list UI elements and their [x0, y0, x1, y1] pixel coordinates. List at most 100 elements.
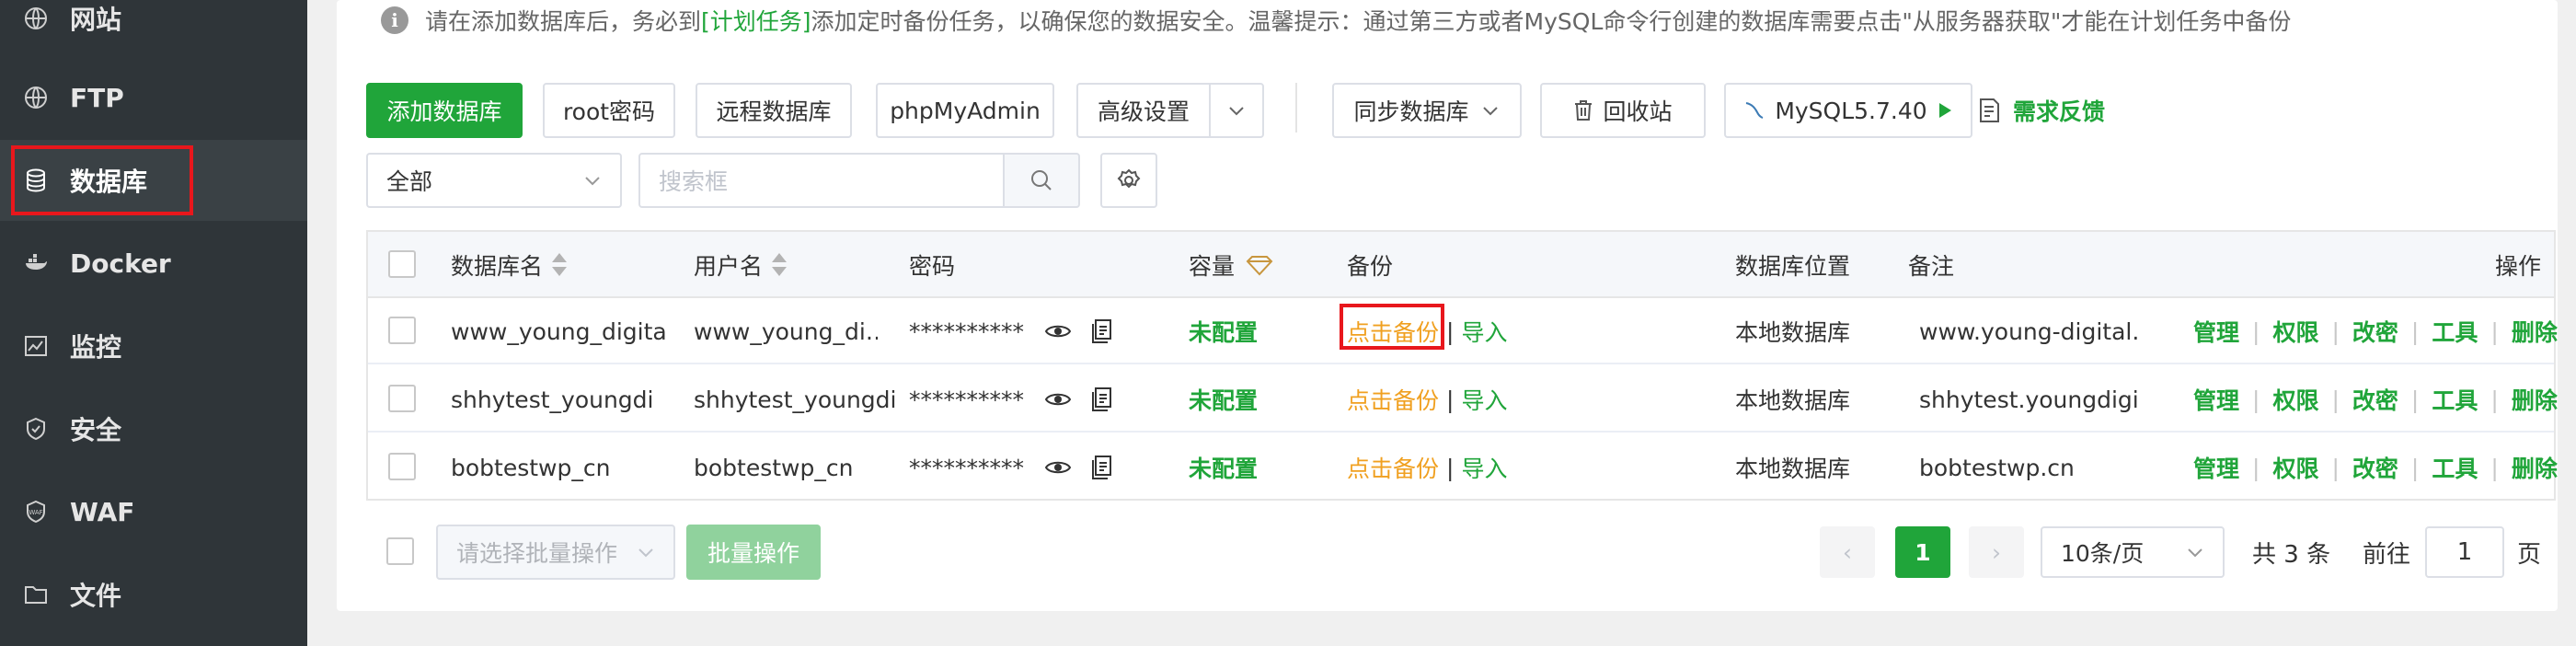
header-location: 数据库位置 [1735, 253, 1851, 280]
toolbar-divider [1295, 83, 1297, 133]
search-icon [1031, 170, 1052, 190]
select-all-checkbox[interactable] [388, 250, 416, 278]
chevron-down-icon [1229, 107, 1244, 116]
eye-icon[interactable] [1044, 456, 1072, 479]
sidebar-item-ftp[interactable]: FTP [0, 57, 307, 138]
sidebar-item-website[interactable]: 网站 [0, 0, 307, 59]
change-password-link[interactable]: 改密 [2352, 315, 2398, 348]
backup-cell: 点击备份 | 导入 [1347, 434, 1507, 501]
mysql-version-button[interactable]: MySQL5.7.40 [1724, 83, 1972, 138]
notice-cron-link[interactable]: [计划任务] [701, 4, 811, 37]
folder-icon [25, 586, 47, 604]
import-link[interactable]: 导入 [1461, 315, 1507, 348]
footer-select-all-checkbox[interactable] [386, 537, 414, 565]
db-remark[interactable]: shhytest.youngdigital [1919, 366, 2138, 433]
prev-page-button[interactable]: ‹ [1820, 526, 1875, 578]
row-ops: 管理 | 权限 | 改密 | 工具 | 删除 [2193, 298, 2558, 364]
db-password: ********** [909, 298, 1114, 364]
row-checkbox[interactable] [388, 453, 416, 480]
copy-icon[interactable] [1090, 386, 1114, 412]
waf-shield-icon: WAF [27, 500, 45, 524]
db-password: ********** [909, 434, 1114, 501]
manage-link[interactable]: 管理 [2193, 383, 2239, 416]
db-remark[interactable]: www.young-digital.cr [1919, 298, 2138, 364]
table-row: bobtestwp_cn bobtestwp_cn ********** 未配置… [368, 434, 2558, 501]
sidebar-item-files[interactable]: 文件 [0, 554, 307, 635]
feedback-link[interactable]: 需求反馈 [1978, 83, 2105, 138]
tools-link[interactable]: 工具 [2432, 315, 2478, 348]
permission-link[interactable]: 权限 [2272, 383, 2318, 416]
sidebar-item-monitor[interactable]: 监控 [0, 306, 307, 386]
row-checkbox[interactable] [388, 385, 416, 412]
db-location: 本地数据库 [1735, 456, 1851, 482]
remote-database-button[interactable]: 远程数据库 [696, 83, 852, 138]
eye-icon[interactable] [1044, 388, 1072, 410]
sync-database-button[interactable]: 同步数据库 [1332, 83, 1522, 138]
advanced-settings-dropdown[interactable] [1209, 83, 1264, 138]
row-checkbox[interactable] [388, 317, 416, 344]
manage-link[interactable]: 管理 [2193, 315, 2239, 348]
sidebar-item-label: Docker [70, 248, 171, 279]
backup-link[interactable]: 点击备份 [1347, 383, 1439, 416]
advanced-settings-button[interactable]: 高级设置 [1076, 83, 1211, 138]
delete-link[interactable]: 删除 [2512, 383, 2558, 416]
db-location: 本地数据库 [1735, 387, 1851, 414]
phpmyadmin-button[interactable]: phpMyAdmin [876, 83, 1054, 138]
capacity-unset[interactable]: 未配置 [1189, 298, 1258, 364]
sidebar-item-label: 监控 [70, 332, 122, 363]
row-ops: 管理 | 权限 | 改密 | 工具 | 删除 [2193, 366, 2558, 433]
batch-action-button[interactable]: 批量操作 [686, 525, 821, 580]
manage-link[interactable]: 管理 [2193, 451, 2239, 484]
change-password-link[interactable]: 改密 [2352, 451, 2398, 484]
chevron-down-icon [638, 548, 653, 558]
database-table: 数据库名 用户名 密码 容量 备份 数据库位置 备注 操作 www_young_… [366, 230, 2558, 501]
chevron-down-icon [1482, 107, 1498, 116]
db-password: ********** [909, 366, 1114, 433]
recycle-bin-label: 回收站 [1603, 98, 1673, 125]
copy-icon[interactable] [1090, 455, 1114, 480]
page-suffix: 页 [2517, 540, 2542, 569]
info-icon: i [381, 6, 408, 34]
add-database-button[interactable]: 添加数据库 [366, 83, 523, 138]
permission-link[interactable]: 权限 [2272, 315, 2318, 348]
copy-icon[interactable] [1090, 318, 1114, 344]
change-password-link[interactable]: 改密 [2352, 383, 2398, 416]
next-page-button[interactable]: › [1969, 526, 2024, 578]
import-link[interactable]: 导入 [1461, 383, 1507, 416]
goto-page-input[interactable]: 1 [2425, 526, 2504, 578]
password-mask: ********** [909, 454, 1024, 481]
page-size-select[interactable]: 10条/页 [2041, 526, 2225, 578]
search-input[interactable]: 搜索框 [638, 153, 1005, 208]
delete-link[interactable]: 删除 [2512, 315, 2558, 348]
permission-link[interactable]: 权限 [2272, 451, 2318, 484]
db-remark[interactable]: bobtestwp.cn [1919, 434, 2138, 501]
backup-link[interactable]: 点击备份 [1347, 451, 1439, 484]
import-link[interactable]: 导入 [1461, 451, 1507, 484]
header-name[interactable]: 数据库名 [451, 232, 568, 298]
chevron-down-icon [2188, 548, 2202, 558]
scope-select[interactable]: 全部 [366, 153, 622, 208]
backup-separator: | [1446, 454, 1455, 481]
batch-action-select[interactable]: 请选择批量操作 [436, 525, 675, 580]
sidebar-item-docker[interactable]: Docker [0, 223, 307, 304]
eye-icon[interactable] [1044, 320, 1072, 342]
backup-separator: | [1446, 317, 1455, 345]
sidebar-item-security[interactable]: 安全 [0, 388, 307, 469]
table-header: 数据库名 用户名 密码 容量 备份 数据库位置 备注 操作 [368, 232, 2554, 298]
page-1-button[interactable]: 1 [1895, 526, 1950, 578]
recycle-bin-button[interactable]: 回收站 [1540, 83, 1706, 138]
db-name: bobtestwp_cn [451, 454, 611, 481]
capacity-unset[interactable]: 未配置 [1189, 434, 1258, 501]
sidebar-item-waf[interactable]: WAF WAF [0, 471, 307, 552]
db-location: 本地数据库 [1735, 319, 1851, 346]
search-button[interactable] [1003, 153, 1080, 208]
header-user[interactable]: 用户名 [694, 232, 788, 298]
tools-link[interactable]: 工具 [2432, 451, 2478, 484]
tools-link[interactable]: 工具 [2432, 383, 2478, 416]
docker-icon [26, 254, 47, 270]
capacity-unset[interactable]: 未配置 [1189, 366, 1258, 433]
settings-button[interactable] [1100, 153, 1157, 208]
root-password-button[interactable]: root密码 [543, 83, 675, 138]
delete-link[interactable]: 删除 [2512, 451, 2558, 484]
svg-text:WAF: WAF [29, 509, 42, 516]
